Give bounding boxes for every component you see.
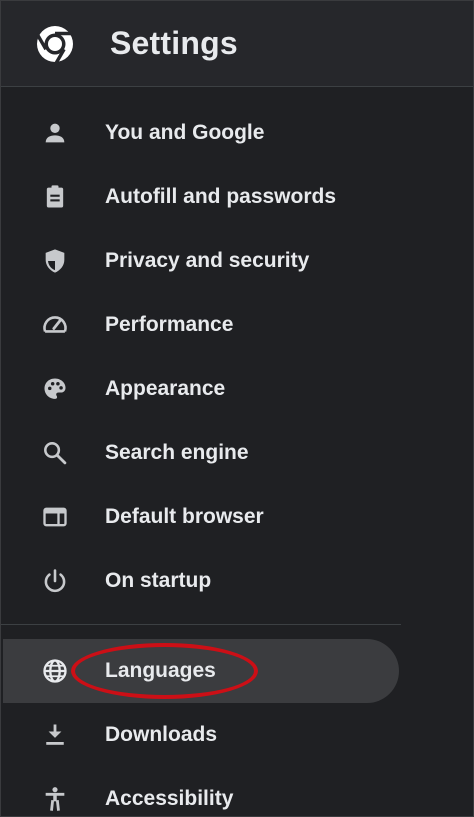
sidebar-item-search-engine[interactable]: Search engine — [1, 422, 401, 484]
settings-window: Settings You and Google Autofill and pas… — [1, 1, 473, 816]
globe-icon — [41, 657, 69, 685]
sidebar-item-label: On startup — [105, 569, 212, 592]
download-icon — [41, 721, 69, 749]
sidebar-item-accessibility[interactable]: Accessibility — [1, 768, 401, 816]
settings-header: Settings — [1, 1, 473, 86]
palette-icon — [41, 375, 69, 403]
clipboard-icon — [41, 183, 69, 211]
sidebar-item-autofill-and-passwords[interactable]: Autofill and passwords — [1, 166, 401, 228]
sidebar-item-label: Performance — [105, 313, 234, 336]
browser-window-icon — [41, 503, 69, 531]
header-divider — [1, 86, 473, 87]
sidebar-item-languages[interactable]: Languages — [3, 639, 399, 703]
sidebar-item-label: Privacy and security — [105, 249, 310, 272]
power-icon — [41, 567, 69, 595]
sidebar-item-label: Downloads — [105, 723, 218, 746]
search-icon — [41, 439, 69, 467]
accessibility-icon — [41, 785, 69, 813]
section-divider — [1, 624, 401, 625]
sidebar-item-label: Accessibility — [105, 787, 234, 810]
sidebar-item-default-browser[interactable]: Default browser — [1, 486, 401, 548]
sidebar-item-appearance[interactable]: Appearance — [1, 358, 401, 420]
sidebar-item-label: Search engine — [105, 441, 249, 464]
sidebar-item-downloads[interactable]: Downloads — [1, 704, 401, 766]
sidebar-item-label: You and Google — [105, 121, 265, 144]
person-icon — [41, 119, 69, 147]
sidebar-item-privacy-and-security[interactable]: Privacy and security — [1, 230, 401, 292]
sidebar-item-label: Autofill and passwords — [105, 185, 337, 208]
chrome-logo-icon — [35, 24, 75, 66]
sidebar-item-label: Default browser — [105, 505, 264, 528]
sidebar-item-performance[interactable]: Performance — [1, 294, 401, 356]
sidebar-item-label: Appearance — [105, 377, 226, 400]
sidebar-item-you-and-google[interactable]: You and Google — [1, 102, 401, 164]
shield-icon — [41, 247, 69, 275]
sidebar-item-on-startup[interactable]: On startup — [1, 550, 401, 612]
speedometer-icon — [41, 311, 69, 339]
page-title: Settings — [110, 25, 238, 61]
sidebar-item-label: Languages — [105, 659, 216, 682]
